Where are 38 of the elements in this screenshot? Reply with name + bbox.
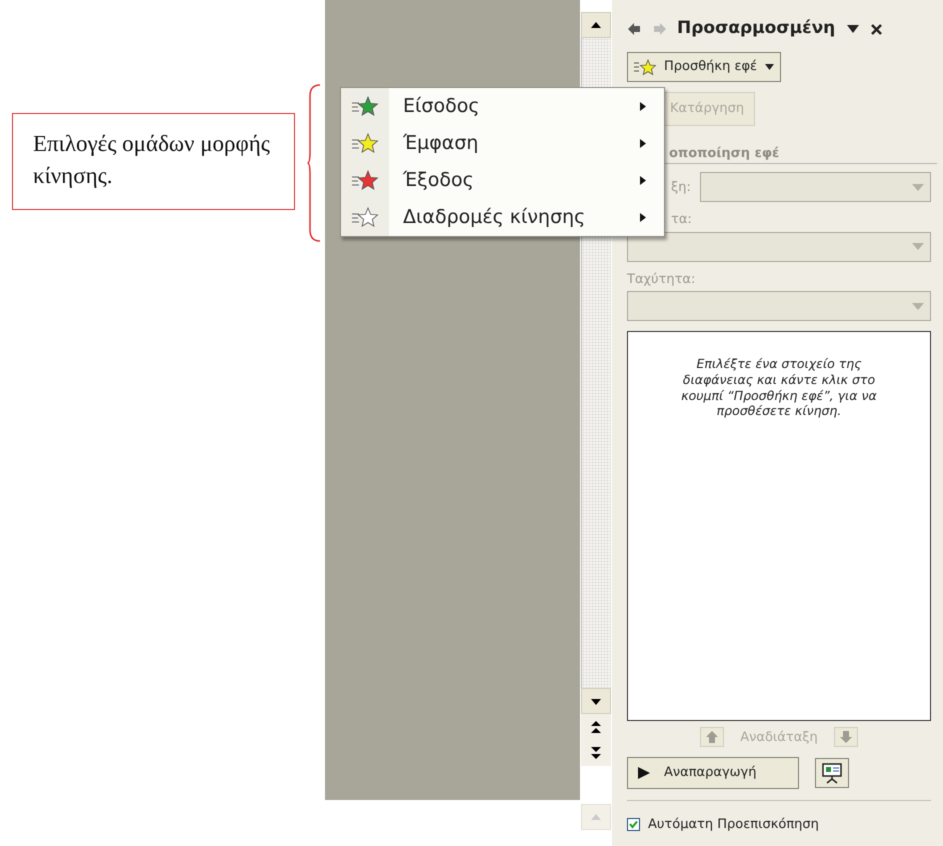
dropdown-arrow-icon [912,184,924,191]
down-arrow-icon [838,730,853,744]
scroll-down-button[interactable] [581,688,611,714]
star-icon [634,58,656,76]
scroll-up-button[interactable] [581,12,611,38]
submenu-arrow-icon [640,139,646,148]
effects-list-hint: Επιλέξτε ένα στοιχείο της διαφάνειας και κάντε κλικ στο κουμπί “Προσθήκη εφέ”, για να προσθέσετε κίνηση. [627,331,931,722]
field-label: ξη: [671,178,692,196]
checkbox[interactable] [627,818,640,831]
double-up-arrow-icon [590,720,602,734]
dropdown-arrow-icon [912,243,924,250]
submenu-arrow-icon [640,213,646,222]
play-button[interactable]: Αναπαραγωγή [627,757,799,789]
menu-item[interactable]: Έξοδος [341,162,664,199]
auto-preview-label: Αυτόματη Προεπισκόπηση [648,816,819,834]
reorder-label: Αναδιάταξη [740,728,818,746]
play-icon [638,767,650,779]
previous-slide-button[interactable] [581,714,611,740]
add-effect-button[interactable]: Προσθήκη εφέ [627,52,782,82]
caret-icon [765,64,774,70]
dropdown-caret-icon[interactable] [847,25,860,33]
up-arrow-icon [705,730,720,744]
task-pane-title: Προσαρμοσμένη [677,17,836,40]
submenu-arrow-icon [640,176,646,185]
close-icon[interactable] [871,24,882,34]
back-arrow-icon[interactable] [627,22,641,36]
menu-item[interactable]: Διαδρομές κίνησης [341,199,664,236]
callout-text: Επιλογές ομάδων μορφής κίνησης. [12,113,295,210]
menu-item[interactable]: Έμφαση [341,125,664,162]
section-heading: οποποίηση εφέ [669,144,780,163]
field-label: Ταχύτητα: [627,270,696,289]
next-slide-button[interactable] [581,740,611,766]
submenu-arrow-icon [640,102,646,111]
dropdown-arrow-icon [912,302,924,310]
field-label: τα: [671,211,692,230]
double-down-arrow-icon [590,746,602,760]
slide-show-button[interactable] [815,758,849,788]
presentation-screen-icon [821,762,843,784]
